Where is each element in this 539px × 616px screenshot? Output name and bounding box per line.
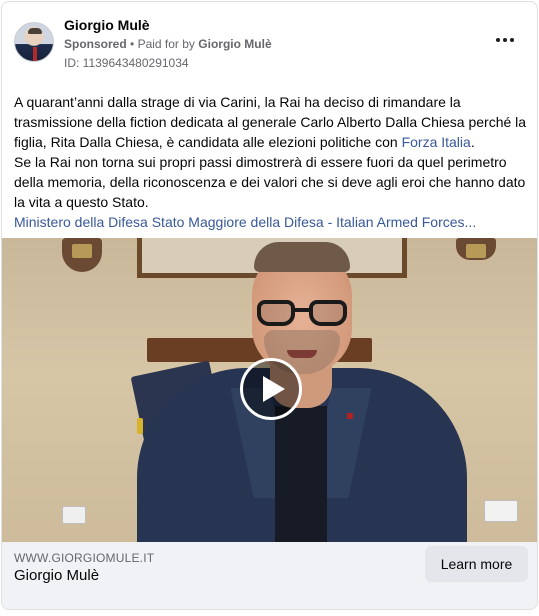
- body-paragraph-1: A quarant’anni dalla strage di via Carin…: [14, 92, 529, 152]
- ad-card: Giorgio Mulè Sponsored • Paid for by Gio…: [1, 1, 538, 610]
- play-icon[interactable]: [240, 358, 302, 420]
- paid-for-prefix: Paid for by: [137, 37, 195, 51]
- sponsored-label: Sponsored: [64, 37, 127, 51]
- link-headline[interactable]: Giorgio Mulè: [14, 567, 99, 584]
- video-thumbnail[interactable]: [2, 238, 537, 542]
- sponsored-line: Sponsored • Paid for by Giorgio Mulè: [64, 37, 272, 51]
- person-mouth: [287, 350, 317, 358]
- body-paragraph-2: Se la Rai non torna sui propri passi dim…: [14, 154, 526, 210]
- paid-for-name: Giorgio Mulè: [198, 37, 272, 51]
- wall-crest-left: [62, 238, 102, 272]
- more-options-icon[interactable]: [493, 31, 517, 49]
- ad-body-text: A quarant’anni dalla strage di via Carin…: [14, 92, 529, 232]
- learn-more-button[interactable]: Learn more: [425, 546, 528, 582]
- wall-crest-right: [456, 238, 496, 260]
- separator-dot: •: [130, 37, 135, 51]
- link-domain: WWW.GIORGIOMULE.IT: [14, 551, 155, 565]
- ad-id: ID: 1139643480291034: [64, 56, 189, 70]
- ad-header: Giorgio Mulè Sponsored • Paid for by Gio…: [14, 15, 525, 75]
- body-text-1b: .: [470, 134, 475, 150]
- avatar-tie: [33, 47, 37, 61]
- wall-socket: [62, 506, 86, 524]
- forza-italia-link[interactable]: Forza Italia: [402, 134, 471, 150]
- avatar[interactable]: [14, 22, 54, 62]
- tags-link[interactable]: Ministero della Difesa Stato Maggiore de…: [14, 212, 529, 232]
- lapel-pin: [347, 413, 353, 419]
- avatar-hair: [28, 28, 42, 34]
- page-name[interactable]: Giorgio Mulè: [64, 17, 150, 33]
- person-shirt: [275, 406, 327, 542]
- person-glasses: [257, 300, 349, 328]
- person-hair: [254, 242, 350, 272]
- wall-switches: [484, 500, 518, 522]
- ad-footer[interactable]: WWW.GIORGIOMULE.IT Giorgio Mulè Learn mo…: [2, 542, 537, 609]
- tassel: [137, 418, 143, 434]
